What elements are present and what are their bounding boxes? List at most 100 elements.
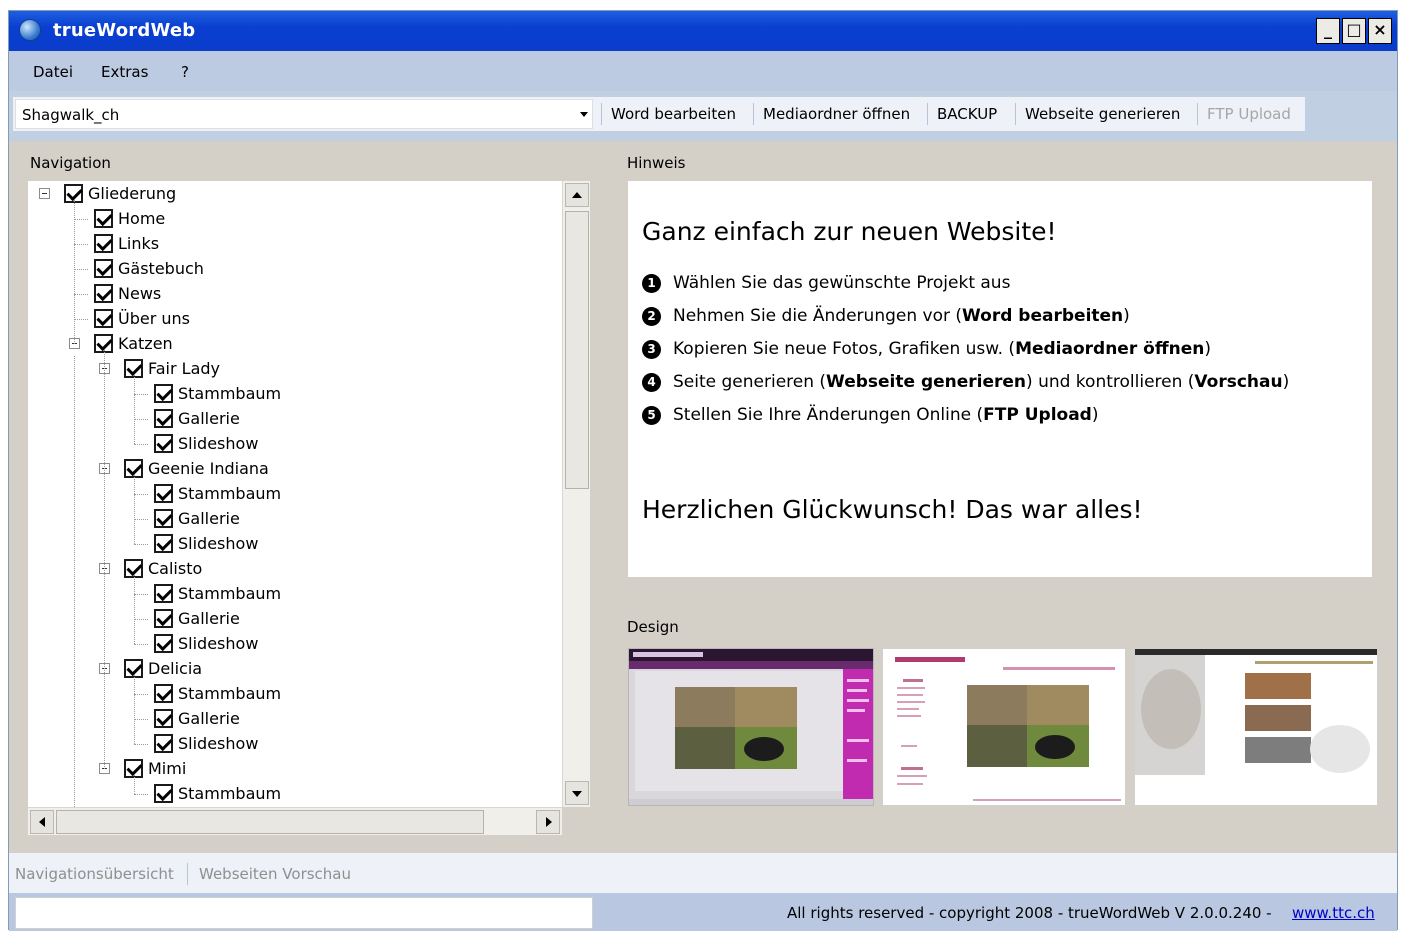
scroll-thumb-horizontal[interactable] bbox=[56, 810, 484, 834]
tree-item-checkbox[interactable] bbox=[154, 784, 173, 803]
tree-item[interactable]: Stammbaum bbox=[28, 783, 568, 805]
tree-item[interactable]: Katzen bbox=[28, 333, 568, 355]
hint-step-text: Kopieren Sie neue Fotos, Grafiken usw. ( bbox=[673, 339, 1016, 359]
tree-item-checkbox[interactable] bbox=[154, 709, 173, 728]
tree-vertical-scrollbar[interactable] bbox=[562, 181, 590, 807]
tree-item-checkbox[interactable] bbox=[154, 609, 173, 628]
tree-connector bbox=[134, 494, 148, 495]
scroll-left-button[interactable] bbox=[30, 810, 54, 834]
tree-item[interactable]: Gallerie bbox=[28, 708, 568, 730]
tree-horizontal-scrollbar[interactable] bbox=[28, 807, 562, 835]
tree-item-label: Stammbaum bbox=[178, 384, 282, 403]
design-thumbnail-3[interactable] bbox=[1134, 648, 1378, 806]
tree-item-label: Geenie Indiana bbox=[148, 459, 269, 478]
globe-icon bbox=[19, 19, 41, 41]
tree-item-checkbox[interactable] bbox=[154, 509, 173, 528]
tree-item[interactable]: Fair Lady bbox=[28, 358, 568, 380]
ftp-upload-button[interactable]: FTP Upload bbox=[1207, 105, 1291, 123]
tree-item-checkbox[interactable] bbox=[154, 634, 173, 653]
close-button[interactable]: × bbox=[1368, 18, 1392, 44]
toolbar: Shagwalk_ch Word bearbeiten Mediaordner … bbox=[9, 91, 1397, 141]
tree-item[interactable]: Slideshow bbox=[28, 633, 568, 655]
tree-item-checkbox[interactable] bbox=[154, 734, 173, 753]
tree-item[interactable]: Gallerie bbox=[28, 408, 568, 430]
hint-step: 4 Seite generieren (Webseite generieren) … bbox=[642, 372, 1289, 392]
hint-step: 2 Nehmen Sie die Änderungen vor (Word bea… bbox=[642, 306, 1130, 326]
tree-item-label: Delicia bbox=[148, 659, 203, 678]
tree-item-checkbox[interactable] bbox=[154, 534, 173, 553]
tree-item[interactable]: News bbox=[28, 283, 568, 305]
tree-guide-line bbox=[134, 375, 135, 444]
tree-item-checkbox[interactable] bbox=[94, 209, 113, 228]
status-field bbox=[15, 897, 593, 929]
tree-item-label: Calisto bbox=[148, 559, 203, 578]
tree-item[interactable]: Stammbaum bbox=[28, 683, 568, 705]
tree-connector bbox=[134, 794, 148, 795]
tree-item[interactable]: Stammbaum bbox=[28, 583, 568, 605]
design-thumbnail-2[interactable] bbox=[882, 648, 1126, 806]
tree-guide-line bbox=[134, 675, 135, 744]
tree-connector bbox=[74, 319, 88, 320]
tree-item[interactable]: Stammbaum bbox=[28, 483, 568, 505]
menu-help[interactable]: ? bbox=[181, 63, 189, 81]
hint-step-text: Seite generieren ( bbox=[673, 372, 827, 392]
toolbar-separator bbox=[1015, 103, 1016, 125]
tree-item[interactable]: Gallerie bbox=[28, 508, 568, 530]
mediaordner-button[interactable]: Mediaordner öffnen bbox=[763, 105, 910, 123]
tree-item[interactable]: Mimi bbox=[28, 758, 568, 780]
tree-item-checkbox[interactable] bbox=[154, 434, 173, 453]
tree-item-checkbox[interactable] bbox=[154, 409, 173, 428]
maximize-button[interactable]: □ bbox=[1342, 18, 1366, 44]
tree-item-checkbox[interactable] bbox=[94, 284, 113, 303]
navigation-label: Navigation bbox=[30, 154, 111, 172]
word-bearbeiten-button[interactable]: Word bearbeiten bbox=[611, 105, 736, 123]
tree-item-checkbox[interactable] bbox=[154, 384, 173, 403]
collapse-icon[interactable] bbox=[39, 188, 50, 199]
hint-step-text: ) bbox=[1204, 339, 1211, 359]
tree-item-label: Links bbox=[118, 234, 160, 253]
scroll-thumb[interactable] bbox=[565, 211, 589, 489]
hint-step-text: Mediaordner öffnen bbox=[1015, 339, 1205, 359]
step-number-icon: 5 bbox=[642, 406, 661, 425]
backup-button[interactable]: BACKUP bbox=[937, 105, 997, 123]
tab-navigationsuebersicht[interactable]: Navigationsübersicht bbox=[15, 865, 174, 883]
tab-webseiten-vorschau[interactable]: Webseiten Vorschau bbox=[199, 865, 351, 883]
project-select[interactable]: Shagwalk_ch bbox=[15, 99, 593, 129]
tree-guide-line bbox=[134, 775, 135, 794]
webseite-generieren-button[interactable]: Webseite generieren bbox=[1025, 105, 1180, 123]
tree-item[interactable]: Links bbox=[28, 233, 568, 255]
chevron-down-icon[interactable] bbox=[580, 112, 588, 117]
tree-item-checkbox[interactable] bbox=[154, 684, 173, 703]
tree-item[interactable]: Über uns bbox=[28, 308, 568, 330]
tree-item[interactable]: Stammbaum bbox=[28, 383, 568, 405]
tree-item[interactable]: Delicia bbox=[28, 658, 568, 680]
tree-item[interactable]: Home bbox=[28, 208, 568, 230]
tree-item-checkbox[interactable] bbox=[94, 309, 113, 328]
tree-item[interactable]: Gästebuch bbox=[28, 258, 568, 280]
tree-item[interactable]: Gliederung bbox=[28, 183, 568, 205]
tree-item-label: Home bbox=[118, 209, 166, 228]
tree-item[interactable]: Calisto bbox=[28, 558, 568, 580]
menu-datei[interactable]: Datei bbox=[33, 63, 73, 81]
tree-item-checkbox[interactable] bbox=[154, 584, 173, 603]
tree-item[interactable]: Slideshow bbox=[28, 733, 568, 755]
tree-item[interactable]: Slideshow bbox=[28, 433, 568, 455]
tree-item-checkbox[interactable] bbox=[94, 259, 113, 278]
tree-connector bbox=[134, 644, 148, 645]
tree-item[interactable]: Gallerie bbox=[28, 608, 568, 630]
hint-step-text: ) bbox=[1282, 372, 1290, 392]
scroll-down-button[interactable] bbox=[565, 781, 589, 805]
menu-extras[interactable]: Extras bbox=[101, 63, 148, 81]
tree-item-checkbox[interactable] bbox=[94, 234, 113, 253]
tree-item[interactable]: Geenie Indiana bbox=[28, 458, 568, 480]
minimize-button[interactable]: _ bbox=[1316, 18, 1340, 44]
navigation-tree[interactable]: Gliederung Home Links Gästebuch News Über uns… bbox=[28, 181, 590, 807]
scroll-right-button[interactable] bbox=[536, 810, 560, 834]
tree-item-checkbox[interactable] bbox=[154, 484, 173, 503]
design-thumbnail-1[interactable] bbox=[628, 648, 874, 806]
title-bar[interactable]: trueWordWeb _ □ × bbox=[9, 11, 1397, 51]
website-link[interactable]: www.ttc.ch bbox=[1292, 904, 1375, 922]
toolbar-separator bbox=[601, 103, 602, 125]
scroll-up-button[interactable] bbox=[565, 183, 589, 207]
tree-item[interactable]: Slideshow bbox=[28, 533, 568, 555]
